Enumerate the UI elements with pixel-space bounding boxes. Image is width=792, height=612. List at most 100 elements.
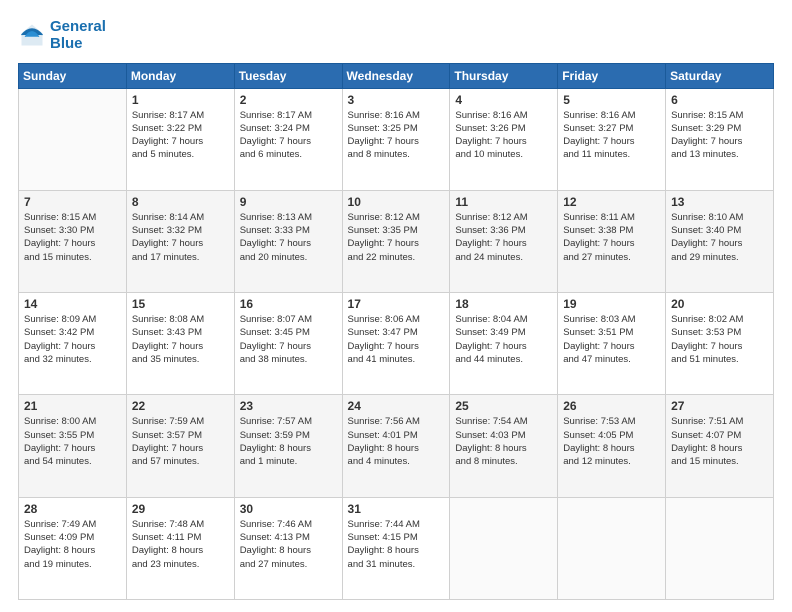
day-info: Sunrise: 7:48 AM Sunset: 4:11 PM Dayligh… (132, 518, 229, 571)
calendar-cell: 12 Sunrise: 8:11 AM Sunset: 3:38 PM Dayli… (558, 190, 666, 292)
calendar-cell: 6Sunrise: 8:15 AM Sunset: 3:29 PM Daylig… (666, 88, 774, 190)
calendar-cell: 13 Sunrise: 8:10 AM Sunset: 3:40 PM Dayli… (666, 190, 774, 292)
day-number: 31 (348, 502, 445, 516)
calendar-cell: 14 Sunrise: 8:09 AM Sunset: 3:42 PM Dayli… (19, 293, 127, 395)
calendar-cell: 19Sunrise: 8:03 AM Sunset: 3:51 PM Dayli… (558, 293, 666, 395)
calendar-cell: 10 Sunrise: 8:12 AM Sunset: 3:35 PM Dayli… (342, 190, 450, 292)
day-info: Sunrise: 8:17 AM Sunset: 3:24 PM Dayligh… (240, 109, 337, 162)
calendar-cell: 22 Sunrise: 7:59 AM Sunset: 3:57 PM Dayli… (126, 395, 234, 497)
day-number: 21 (24, 399, 121, 413)
day-number: 18 (455, 297, 552, 311)
day-info: Sunrise: 8:09 AM Sunset: 3:42 PM Dayligh… (24, 313, 121, 366)
day-info: Sunrise: 8:03 AM Sunset: 3:51 PM Dayligh… (563, 313, 660, 366)
header: General Blue (18, 18, 774, 53)
calendar-cell: 11Sunrise: 8:12 AM Sunset: 3:36 PM Dayli… (450, 190, 558, 292)
day-number: 24 (348, 399, 445, 413)
calendar-week-row: 1 Sunrise: 8:17 AM Sunset: 3:22 PM Daylig… (19, 88, 774, 190)
calendar-cell: 17 Sunrise: 8:06 AM Sunset: 3:47 PM Dayli… (342, 293, 450, 395)
day-number: 1 (132, 93, 229, 107)
weekday-header-tuesday: Tuesday (234, 63, 342, 88)
day-info: Sunrise: 8:12 AM Sunset: 3:36 PM Dayligh… (455, 211, 552, 264)
weekday-header-sunday: Sunday (19, 63, 127, 88)
calendar-cell: 5Sunrise: 8:16 AM Sunset: 3:27 PM Daylig… (558, 88, 666, 190)
calendar-week-row: 21Sunrise: 8:00 AM Sunset: 3:55 PM Dayli… (19, 395, 774, 497)
calendar-cell (450, 497, 558, 599)
day-info: Sunrise: 7:46 AM Sunset: 4:13 PM Dayligh… (240, 518, 337, 571)
day-info: Sunrise: 8:13 AM Sunset: 3:33 PM Dayligh… (240, 211, 337, 264)
calendar-cell: 27 Sunrise: 7:51 AM Sunset: 4:07 PM Dayli… (666, 395, 774, 497)
day-number: 13 (671, 195, 768, 209)
day-info: Sunrise: 8:17 AM Sunset: 3:22 PM Dayligh… (132, 109, 229, 162)
day-number: 14 (24, 297, 121, 311)
calendar-cell: 25 Sunrise: 7:54 AM Sunset: 4:03 PM Dayli… (450, 395, 558, 497)
calendar-cell (558, 497, 666, 599)
day-number: 23 (240, 399, 337, 413)
day-info: Sunrise: 7:53 AM Sunset: 4:05 PM Dayligh… (563, 415, 660, 468)
day-number: 7 (24, 195, 121, 209)
calendar-table: SundayMondayTuesdayWednesdayThursdayFrid… (18, 63, 774, 601)
calendar-cell: 31 Sunrise: 7:44 AM Sunset: 4:15 PM Dayli… (342, 497, 450, 599)
calendar-cell: 15Sunrise: 8:08 AM Sunset: 3:43 PM Dayli… (126, 293, 234, 395)
weekday-header-friday: Friday (558, 63, 666, 88)
day-number: 28 (24, 502, 121, 516)
calendar-cell: 3 Sunrise: 8:16 AM Sunset: 3:25 PM Daylig… (342, 88, 450, 190)
page: General Blue SundayMondayTuesdayWednesda… (0, 0, 792, 612)
calendar-cell: 23 Sunrise: 7:57 AM Sunset: 3:59 PM Dayli… (234, 395, 342, 497)
logo: General Blue (18, 18, 106, 53)
calendar-cell: 21Sunrise: 8:00 AM Sunset: 3:55 PM Dayli… (19, 395, 127, 497)
weekday-header-row: SundayMondayTuesdayWednesdayThursdayFrid… (19, 63, 774, 88)
day-info: Sunrise: 7:59 AM Sunset: 3:57 PM Dayligh… (132, 415, 229, 468)
day-info: Sunrise: 7:57 AM Sunset: 3:59 PM Dayligh… (240, 415, 337, 468)
day-info: Sunrise: 8:16 AM Sunset: 3:25 PM Dayligh… (348, 109, 445, 162)
day-info: Sunrise: 8:14 AM Sunset: 3:32 PM Dayligh… (132, 211, 229, 264)
day-info: Sunrise: 8:15 AM Sunset: 3:30 PM Dayligh… (24, 211, 121, 264)
day-number: 8 (132, 195, 229, 209)
calendar-cell: 30 Sunrise: 7:46 AM Sunset: 4:13 PM Dayli… (234, 497, 342, 599)
weekday-header-monday: Monday (126, 63, 234, 88)
logo-icon (18, 21, 46, 49)
calendar-week-row: 28 Sunrise: 7:49 AM Sunset: 4:09 PM Dayli… (19, 497, 774, 599)
calendar-cell: 7 Sunrise: 8:15 AM Sunset: 3:30 PM Daylig… (19, 190, 127, 292)
day-info: Sunrise: 8:07 AM Sunset: 3:45 PM Dayligh… (240, 313, 337, 366)
weekday-header-thursday: Thursday (450, 63, 558, 88)
calendar-week-row: 7 Sunrise: 8:15 AM Sunset: 3:30 PM Daylig… (19, 190, 774, 292)
calendar-cell: 9 Sunrise: 8:13 AM Sunset: 3:33 PM Daylig… (234, 190, 342, 292)
day-number: 6 (671, 93, 768, 107)
day-info: Sunrise: 7:49 AM Sunset: 4:09 PM Dayligh… (24, 518, 121, 571)
day-info: Sunrise: 7:44 AM Sunset: 4:15 PM Dayligh… (348, 518, 445, 571)
day-number: 9 (240, 195, 337, 209)
day-info: Sunrise: 8:10 AM Sunset: 3:40 PM Dayligh… (671, 211, 768, 264)
day-info: Sunrise: 8:11 AM Sunset: 3:38 PM Dayligh… (563, 211, 660, 264)
day-number: 20 (671, 297, 768, 311)
calendar-cell (666, 497, 774, 599)
day-number: 5 (563, 93, 660, 107)
day-number: 25 (455, 399, 552, 413)
calendar-cell: 24Sunrise: 7:56 AM Sunset: 4:01 PM Dayli… (342, 395, 450, 497)
day-number: 27 (671, 399, 768, 413)
calendar-cell: 8 Sunrise: 8:14 AM Sunset: 3:32 PM Daylig… (126, 190, 234, 292)
calendar-cell: 2Sunrise: 8:17 AM Sunset: 3:24 PM Daylig… (234, 88, 342, 190)
calendar-cell: 18 Sunrise: 8:04 AM Sunset: 3:49 PM Dayli… (450, 293, 558, 395)
day-number: 10 (348, 195, 445, 209)
logo-text: General Blue (50, 18, 106, 53)
day-number: 12 (563, 195, 660, 209)
day-info: Sunrise: 8:08 AM Sunset: 3:43 PM Dayligh… (132, 313, 229, 366)
day-number: 17 (348, 297, 445, 311)
day-number: 3 (348, 93, 445, 107)
day-number: 26 (563, 399, 660, 413)
calendar-cell: 4Sunrise: 8:16 AM Sunset: 3:26 PM Daylig… (450, 88, 558, 190)
day-number: 29 (132, 502, 229, 516)
day-info: Sunrise: 8:02 AM Sunset: 3:53 PM Dayligh… (671, 313, 768, 366)
day-info: Sunrise: 8:04 AM Sunset: 3:49 PM Dayligh… (455, 313, 552, 366)
day-number: 4 (455, 93, 552, 107)
day-info: Sunrise: 8:12 AM Sunset: 3:35 PM Dayligh… (348, 211, 445, 264)
day-info: Sunrise: 7:51 AM Sunset: 4:07 PM Dayligh… (671, 415, 768, 468)
day-info: Sunrise: 7:54 AM Sunset: 4:03 PM Dayligh… (455, 415, 552, 468)
calendar-week-row: 14 Sunrise: 8:09 AM Sunset: 3:42 PM Dayli… (19, 293, 774, 395)
day-number: 30 (240, 502, 337, 516)
day-info: Sunrise: 8:06 AM Sunset: 3:47 PM Dayligh… (348, 313, 445, 366)
calendar-cell (19, 88, 127, 190)
calendar-cell: 28 Sunrise: 7:49 AM Sunset: 4:09 PM Dayli… (19, 497, 127, 599)
day-number: 22 (132, 399, 229, 413)
weekday-header-saturday: Saturday (666, 63, 774, 88)
